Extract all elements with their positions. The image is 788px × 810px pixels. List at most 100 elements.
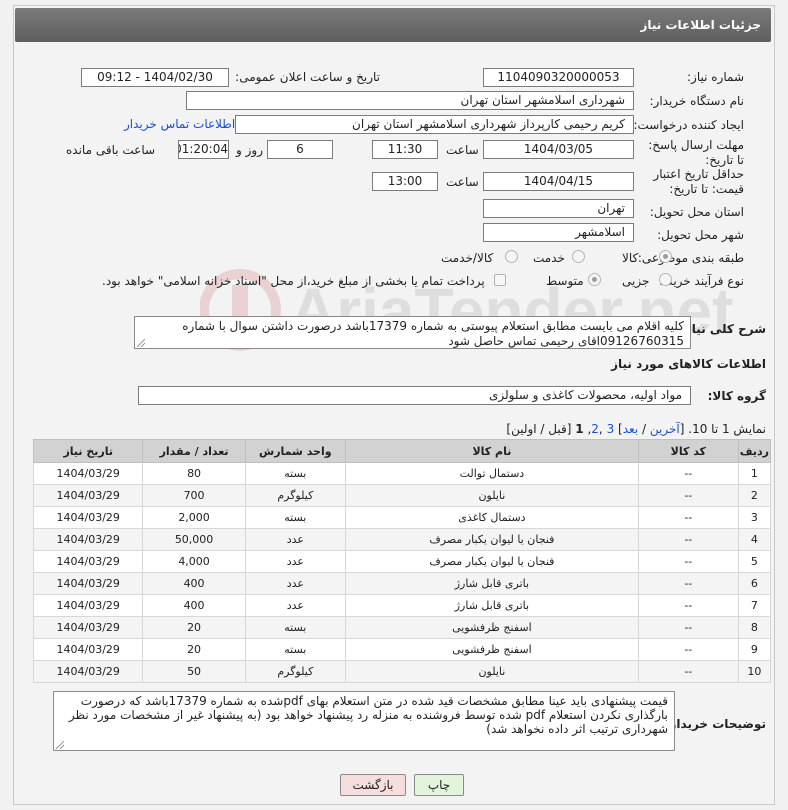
items-table: ردیف کد کالا نام کالا واحد شمارش تعداد /…: [32, 439, 772, 683]
table-row[interactable]: 5 -- فنجان یا لیوان یکبار مصرف عدد 4,000 1404…: [32, 550, 772, 573]
pagination-next-link[interactable]: بعد: [623, 422, 638, 436]
pagination-page-1: 1: [575, 422, 584, 436]
pagination-prev-first: [قبل / اولین]: [506, 422, 572, 436]
process-radio-medium[interactable]: [588, 273, 601, 286]
validity-time-field[interactable]: 13:00: [372, 172, 438, 191]
goods-group-label: گروه کالا:: [707, 389, 766, 403]
need-number-field[interactable]: 1104090320000053: [483, 68, 634, 87]
cell-need-date: 1404/03/29: [32, 616, 144, 639]
cell-row-number: 4: [737, 528, 772, 551]
cell-unit: عدد: [244, 550, 346, 573]
remaining-time-field[interactable]: 01:20:04: [178, 140, 229, 159]
cell-item-name: دستمال توالت: [344, 462, 639, 485]
category-option-goods-service: کالا/خدمت: [441, 251, 494, 265]
days-label: روز و: [236, 143, 263, 157]
table-row[interactable]: 1 -- دستمال توالت بسته 80 1404/03/29: [32, 462, 772, 485]
cell-quantity: 20: [142, 616, 246, 639]
cell-quantity: 2,000: [142, 506, 246, 529]
process-radio-minor[interactable]: [659, 273, 672, 286]
cell-need-date: 1404/03/29: [32, 572, 144, 595]
cell-item-name: نایلون: [344, 484, 639, 507]
deadline-date-field[interactable]: 1404/03/05: [483, 140, 634, 159]
table-row[interactable]: 4 -- فنجان یا لیوان یکبار مصرف عدد 50,000 140…: [32, 528, 772, 551]
province-field[interactable]: تهران: [483, 199, 634, 218]
cell-quantity: 20: [142, 638, 246, 661]
cell-item-code: --: [637, 462, 739, 485]
back-button[interactable]: بازگشت: [340, 774, 406, 796]
pagination-page-3[interactable]: 3: [607, 422, 615, 436]
cell-unit: بسته: [244, 506, 346, 529]
table-row[interactable]: 6 -- باتری قابل شارژ عدد 400 1404/03/29: [32, 572, 772, 595]
cell-unit: بسته: [244, 638, 346, 661]
table-row[interactable]: 8 -- اسفنج ظرفشویی بسته 20 1404/03/29: [32, 616, 772, 639]
col-name-header: نام کالا: [344, 439, 639, 463]
cell-row-number: 5: [737, 550, 772, 573]
cell-row-number: 7: [737, 594, 772, 617]
cell-item-name: نایلون: [344, 660, 639, 683]
buyer-org-field[interactable]: شهرداری اسلامشهر استان تهران: [186, 91, 634, 110]
cell-quantity: 400: [142, 572, 246, 595]
cell-row-number: 2: [737, 484, 772, 507]
announce-field[interactable]: 1404/02/30 - 09:12: [81, 68, 229, 87]
creator-field[interactable]: کریم رحیمی کارپرداز شهرداری اسلامشهر است…: [235, 115, 634, 134]
table-header-row: ردیف کد کالا نام کالا واحد شمارش تعداد /…: [32, 439, 772, 463]
cell-row-number: 10: [737, 660, 772, 683]
deadline-time-label: ساعت: [446, 143, 479, 157]
cell-item-code: --: [637, 638, 739, 661]
process-option-minor: جزیی: [622, 274, 650, 288]
cell-row-number: 8: [737, 616, 772, 639]
city-field[interactable]: اسلامشهر: [483, 223, 634, 242]
buyer-notes-label: توضیحات خریدار:: [664, 717, 766, 731]
description-content: کلیه اقلام می بایست مطابق استعلام پیوستی…: [182, 319, 684, 348]
payment-checkbox[interactable]: [494, 274, 506, 286]
cell-item-name: باتری قابل شارژ: [344, 594, 639, 617]
cell-item-code: --: [637, 594, 739, 617]
process-label: نوع فرآیند خرید :: [659, 274, 744, 288]
cell-item-code: --: [637, 484, 739, 507]
table-row[interactable]: 7 -- باتری قابل شارژ عدد 400 1404/03/29: [32, 594, 772, 617]
buyer-notes-content: قیمت پیشنهادی باید عینا مطابق مشخصات قید…: [68, 694, 668, 736]
cell-item-code: --: [637, 506, 739, 529]
cell-row-number: 1: [737, 462, 772, 485]
cell-item-name: فنجان یا لیوان یکبار مصرف: [344, 550, 639, 573]
category-radio-goods-service[interactable]: [505, 250, 518, 263]
table-row[interactable]: 10 -- نایلون کیلوگرم 50 1404/03/29: [32, 660, 772, 683]
contact-buyer-link[interactable]: اطلاعات تماس خریدار: [124, 117, 235, 131]
category-radio-service[interactable]: [572, 250, 585, 263]
cell-need-date: 1404/03/29: [32, 506, 144, 529]
col-unit-header: واحد شمارش: [244, 439, 346, 463]
resize-grip-icon[interactable]: [137, 339, 145, 347]
validity-time-label: ساعت: [446, 175, 479, 189]
cell-unit: عدد: [244, 572, 346, 595]
table-row[interactable]: 2 -- نایلون کیلوگرم 700 1404/03/29: [32, 484, 772, 507]
days-field[interactable]: 6: [267, 140, 333, 159]
table-row[interactable]: 9 -- اسفنج ظرفشویی بسته 20 1404/03/29: [32, 638, 772, 661]
pagination-last-link[interactable]: آخرین: [650, 422, 680, 436]
table-row[interactable]: 3 -- دستمال کاغذی بسته 2,000 1404/03/29: [32, 506, 772, 529]
cell-row-number: 3: [737, 506, 772, 529]
cell-need-date: 1404/03/29: [32, 638, 144, 661]
resize-grip-icon[interactable]: [56, 741, 64, 749]
remaining-label: ساعت باقی مانده: [66, 143, 156, 157]
validity-label: حداقل تاریخ اعتبار قیمت: تا تاریخ:: [653, 167, 744, 196]
city-label: شهر محل تحویل:: [657, 228, 744, 242]
print-button[interactable]: چاپ: [414, 774, 464, 796]
need-number-label: شماره نیاز:: [687, 70, 744, 84]
description-label: شرح کلی نیاز:: [680, 322, 766, 336]
cell-need-date: 1404/03/29: [32, 462, 144, 485]
cell-item-name: فنجان یا لیوان یکبار مصرف: [344, 528, 639, 551]
cell-row-number: 6: [737, 572, 772, 595]
creator-label: ایجاد کننده درخواست:: [633, 118, 744, 132]
category-radio-goods[interactable]: [659, 250, 672, 263]
cell-unit: کیلوگرم: [244, 484, 346, 507]
goods-group-field[interactable]: مواد اولیه، محصولات کاغذی و سلولزی: [138, 386, 691, 405]
category-option-goods: کالا: [622, 251, 639, 265]
pagination-showing: نمایش 1 تا 10.: [688, 422, 766, 436]
pagination-comma-1: ,: [598, 422, 603, 436]
cell-quantity: 50,000: [142, 528, 246, 551]
validity-date-field[interactable]: 1404/04/15: [483, 172, 634, 191]
cell-item-name: باتری قابل شارژ: [344, 572, 639, 595]
pagination-page-2[interactable]: 2: [591, 422, 599, 436]
cell-need-date: 1404/03/29: [32, 594, 144, 617]
deadline-time-field[interactable]: 11:30: [372, 140, 438, 159]
